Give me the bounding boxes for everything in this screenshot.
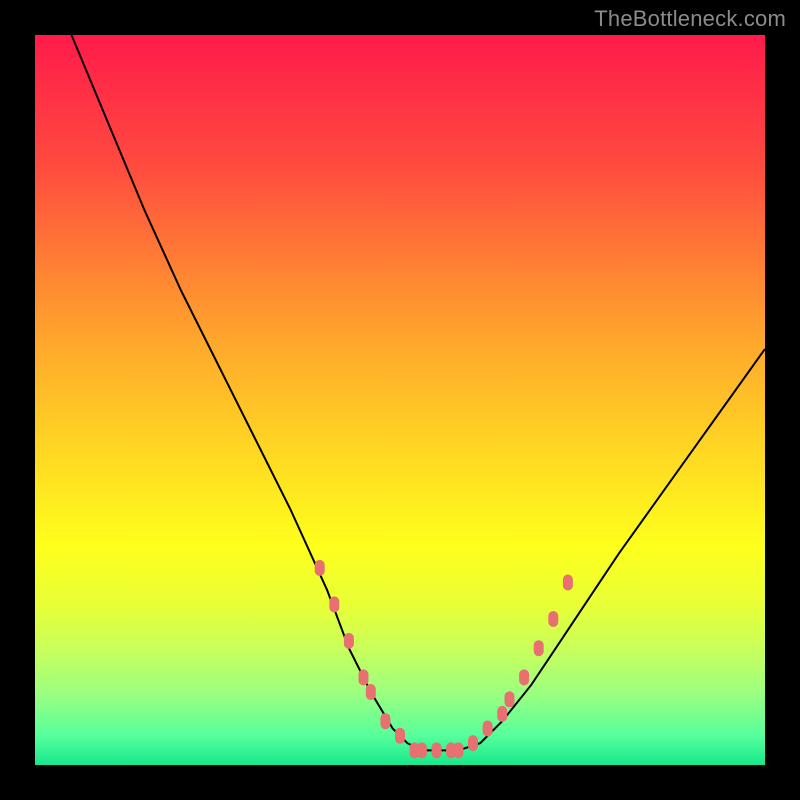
marker-dot: [315, 560, 325, 576]
marker-dot: [534, 640, 544, 656]
marker-dot: [366, 684, 376, 700]
marker-dot: [563, 575, 573, 591]
chart-svg: [35, 35, 765, 765]
marker-dot: [380, 713, 390, 729]
marker-dot: [483, 721, 493, 737]
marker-dot: [432, 742, 442, 758]
chart-frame: TheBottleneck.com: [0, 0, 800, 800]
marker-dot: [505, 691, 515, 707]
plot-area: [35, 35, 765, 765]
marker-dot: [497, 706, 507, 722]
bottleneck-curve: [72, 35, 766, 750]
marker-dot: [417, 742, 427, 758]
marker-dot: [344, 633, 354, 649]
marker-dot: [519, 669, 529, 685]
marker-dot: [468, 735, 478, 751]
marker-dot: [329, 596, 339, 612]
watermark-text: TheBottleneck.com: [594, 6, 786, 32]
marker-dot: [395, 728, 405, 744]
marker-dot: [453, 742, 463, 758]
marker-dot: [548, 611, 558, 627]
marker-dot: [359, 669, 369, 685]
